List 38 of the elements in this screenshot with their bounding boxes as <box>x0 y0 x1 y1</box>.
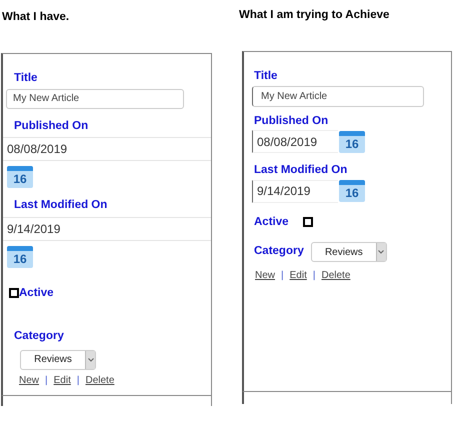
separator: | <box>312 269 316 283</box>
chevron-down-icon <box>88 358 94 362</box>
calendar-button[interactable]: 16 <box>7 246 33 268</box>
link[interactable]: New <box>19 372 40 388</box>
heading: What I am trying to Achieve <box>239 8 390 22</box>
field-label: Active <box>19 288 54 299</box>
heading: What I have. <box>2 10 70 24</box>
chevron-down-icon <box>378 250 384 254</box>
link[interactable]: Delete <box>321 268 350 283</box>
checkbox[interactable] <box>9 288 19 298</box>
field-label: Published On <box>254 116 330 127</box>
link[interactable]: New <box>255 268 276 283</box>
link[interactable]: Edit <box>54 372 71 388</box>
field-label: Last Modified On <box>254 165 348 176</box>
calendar-button[interactable]: 16 <box>7 166 33 188</box>
field-label: Category <box>254 246 304 258</box>
field-label: Last Modified On <box>14 200 108 212</box>
link[interactable]: Edit <box>290 268 307 283</box>
field-label: Published On <box>14 120 90 132</box>
calendar-button[interactable]: 16 <box>339 130 365 152</box>
separator: | <box>45 374 48 388</box>
category-select[interactable]: Reviews <box>310 242 387 262</box>
date-field[interactable]: 08/08/2019 <box>252 130 338 153</box>
date-field[interactable]: 08/08/2019 <box>3 137 211 161</box>
title-field[interactable]: My New Article <box>6 88 184 108</box>
field-label: Active <box>254 216 289 228</box>
separator: | <box>76 374 80 388</box>
field-label: Title <box>254 71 278 82</box>
date-field[interactable]: 9/14/2019 <box>252 180 338 202</box>
title-field[interactable]: My New Article <box>252 86 424 106</box>
category-select[interactable]: Reviews <box>20 350 96 370</box>
checkbox[interactable] <box>302 217 313 228</box>
separator: | <box>281 269 284 283</box>
field-label: Title <box>14 73 38 84</box>
link[interactable]: Delete <box>85 372 114 388</box>
calendar-button[interactable]: 16 <box>339 180 365 202</box>
date-field[interactable]: 9/14/2019 <box>3 216 211 240</box>
field-label: Category <box>14 331 65 342</box>
